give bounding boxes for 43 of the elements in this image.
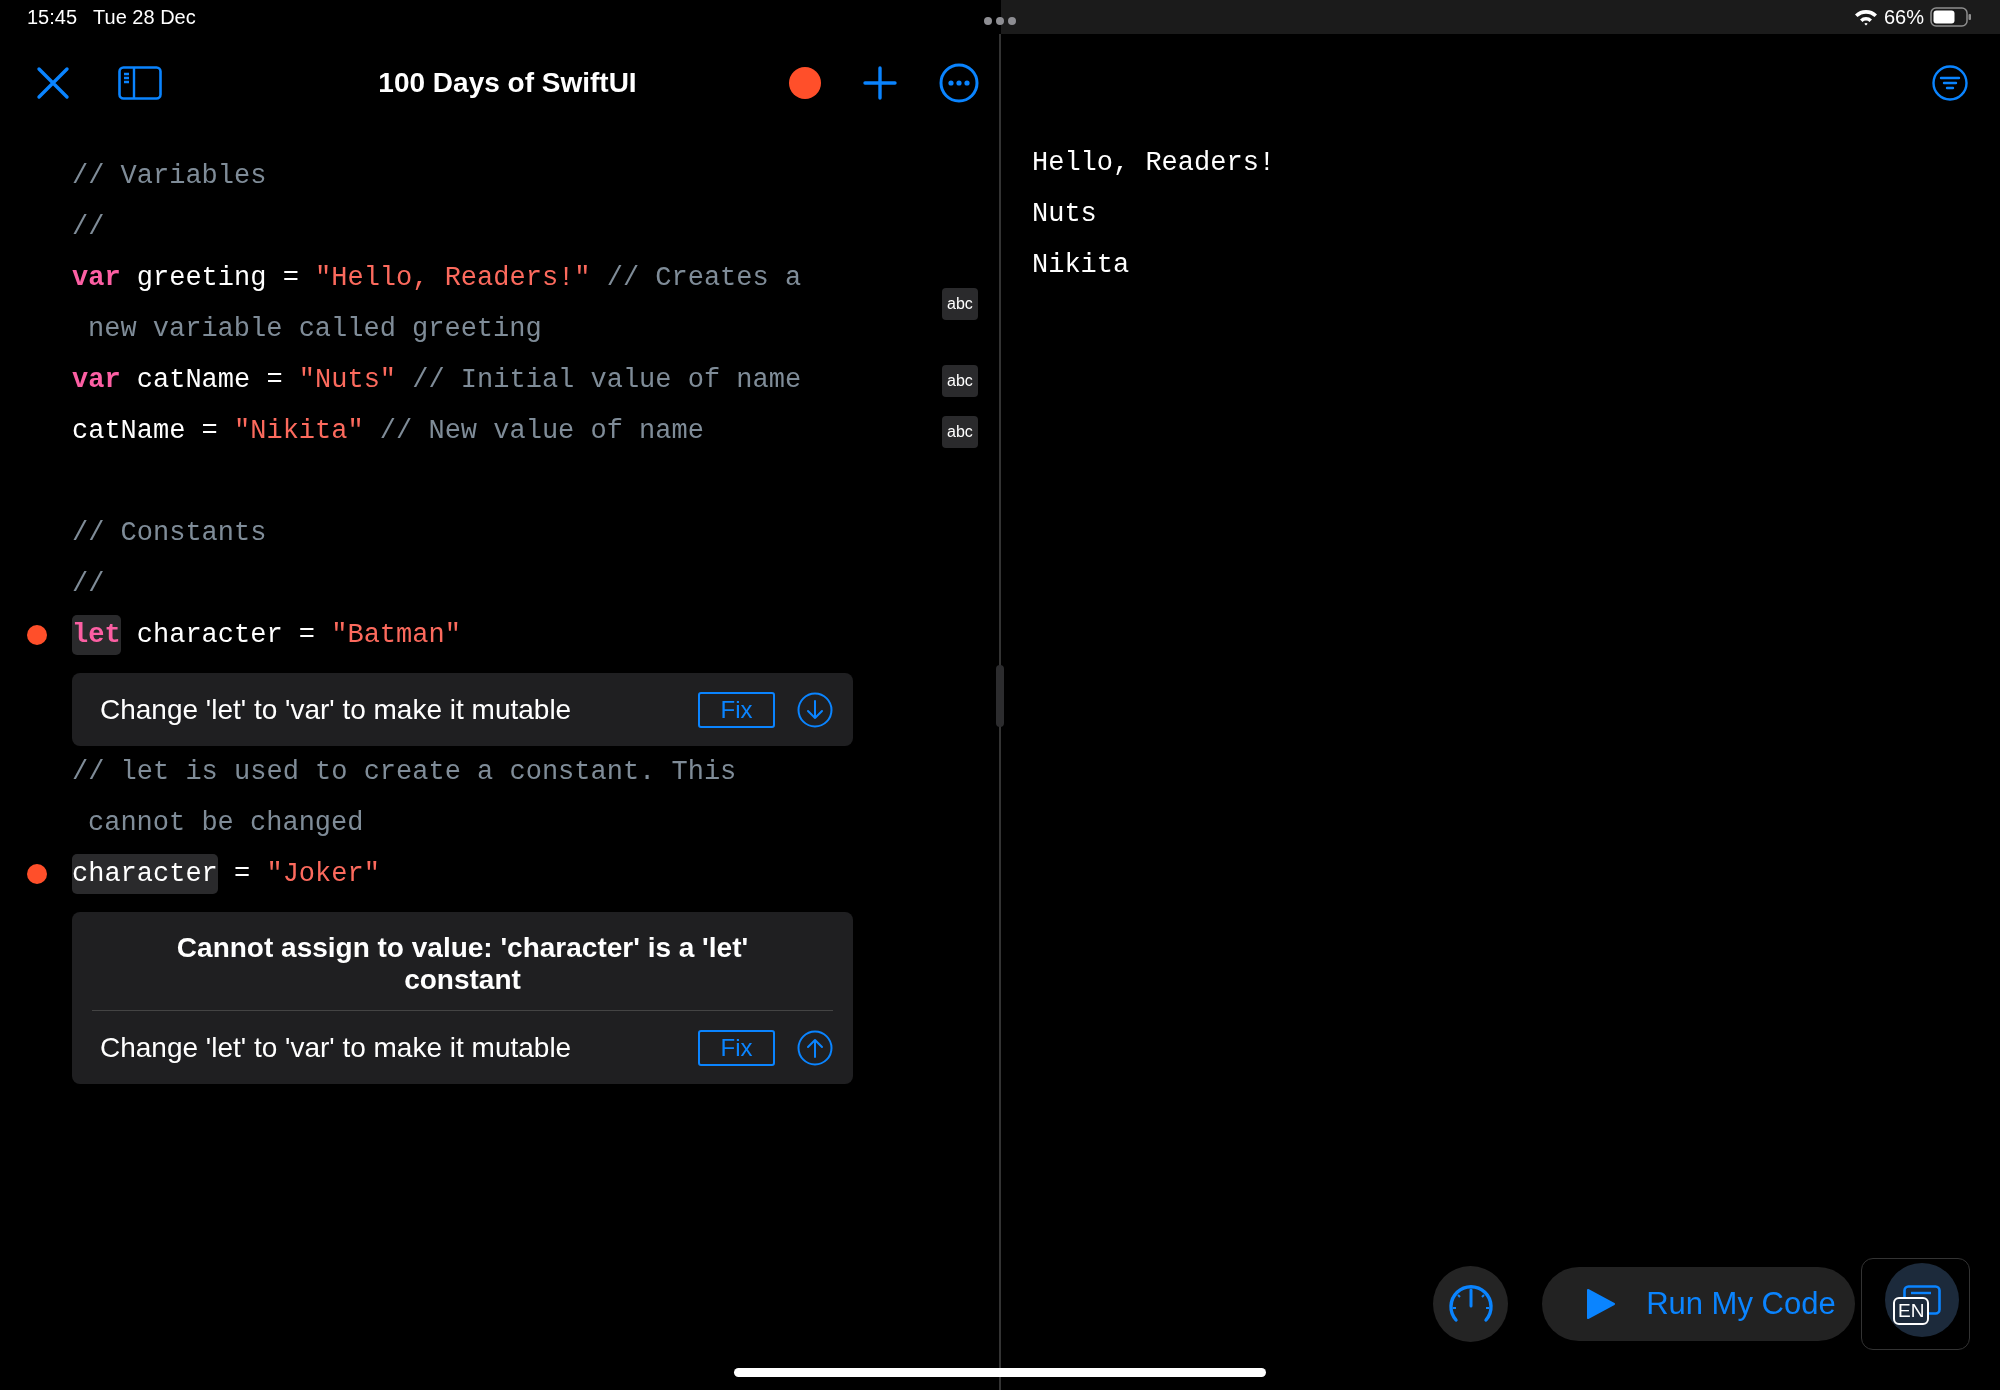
wifi-icon <box>1853 8 1878 26</box>
sidebar-icon[interactable] <box>118 66 162 100</box>
code-line: character = "Joker" <box>72 849 942 900</box>
code-line: // <box>72 211 106 244</box>
code-line: var greeting = "Hello, Readers!" // Creates a <box>72 262 803 295</box>
language-button[interactable]: EN <box>1861 1258 1970 1350</box>
code-line: cannot be changed <box>87 807 365 840</box>
code-line: // Constants <box>72 517 268 550</box>
play-icon <box>1586 1288 1617 1320</box>
gauge-icon <box>1446 1283 1495 1325</box>
code-line: let character = "Batman" <box>72 610 942 661</box>
multitasking-dots-icon[interactable] <box>983 16 1017 26</box>
run-code-button[interactable]: Run My Code <box>1542 1267 1856 1341</box>
type-badge[interactable]: abc <box>942 415 978 448</box>
error-message: Cannot assign to value: 'character' is a 'let' constant <box>175 931 750 997</box>
close-icon[interactable] <box>36 66 70 100</box>
fix-suggestion: Change 'let' to 'var' to make it mutable <box>100 1031 573 1064</box>
fix-suggestion: Change 'let' to 'var' to make it mutable <box>100 693 573 726</box>
more-icon[interactable] <box>939 63 979 103</box>
status-time: 15:45 <box>27 5 78 29</box>
fix-button[interactable]: Fix <box>698 691 775 728</box>
status-date: Tue 28 Dec <box>93 5 196 29</box>
breakpoint-icon[interactable] <box>27 625 47 645</box>
document-title: 100 Days of SwiftUI <box>378 67 637 99</box>
filter-icon[interactable] <box>1932 65 1968 101</box>
console-output-line: Nuts <box>1032 198 1098 231</box>
plus-icon[interactable] <box>863 66 897 100</box>
breakpoint-icon[interactable] <box>27 864 47 884</box>
code-line: catName = "Nikita" // New value of name <box>72 415 705 448</box>
battery-percentage: 66% <box>1883 5 1924 29</box>
console-output-line: Hello, Readers! <box>1032 147 1277 180</box>
fix-button[interactable]: Fix <box>698 1029 775 1066</box>
type-badge[interactable]: abc <box>942 288 978 320</box>
split-view-handle[interactable] <box>996 665 1004 727</box>
code-line: // <box>72 568 106 601</box>
console-output-line: Nikita <box>1032 249 1131 282</box>
code-line: // let is used to create a constant. This <box>72 756 738 789</box>
code-line: new variable called greeting <box>87 313 543 346</box>
battery-icon <box>1930 7 1972 27</box>
type-badge[interactable]: abc <box>942 364 978 397</box>
code-line: // Variables <box>72 160 268 193</box>
code-line: var catName = "Nuts" // Initial value of name <box>72 364 803 397</box>
record-icon[interactable] <box>789 67 821 99</box>
